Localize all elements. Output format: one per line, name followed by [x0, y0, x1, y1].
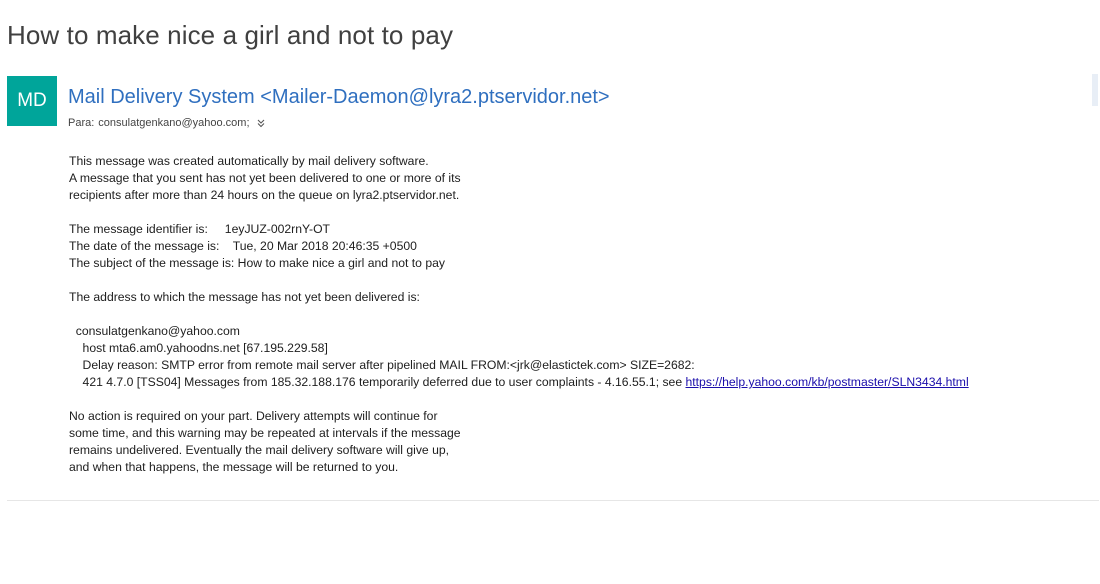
- email-reading-pane: How to make nice a girl and not to pay M…: [0, 0, 1100, 584]
- divider: [7, 500, 1099, 501]
- body-line: recipients after more than 24 hours on t…: [69, 188, 460, 202]
- body-line: remains undelivered. Eventually the mail…: [69, 443, 450, 457]
- recipient-row: Para: consulatgenkano@yahoo.com;: [68, 117, 266, 129]
- to-label: Para:: [68, 117, 95, 129]
- body-line: Delay reason: SMTP error from remote mai…: [69, 358, 695, 372]
- body-line: The date of the message is: Tue, 20 Mar …: [69, 239, 417, 253]
- email-body: This message was created automatically b…: [69, 153, 969, 476]
- body-line-with-link: 421 4.7.0 [TSS04] Messages from 185.32.1…: [69, 374, 969, 391]
- sender-name[interactable]: Mail Delivery System <Mailer-Daemon@lyra…: [68, 86, 610, 109]
- email-subject: How to make nice a girl and not to pay: [7, 20, 454, 50]
- scrollbar-thumb[interactable]: [1092, 74, 1098, 106]
- to-address[interactable]: consulatgenkano@yahoo.com;: [98, 117, 249, 129]
- body-line: host mta6.am0.yahoodns.net [67.195.229.5…: [69, 341, 328, 355]
- body-line: and when that happens, the message will …: [69, 460, 399, 474]
- body-line: The subject of the message is: How to ma…: [69, 256, 445, 270]
- body-line: consulatgenkano@yahoo.com: [69, 324, 240, 338]
- sender-avatar[interactable]: MD: [7, 76, 57, 126]
- body-line: A message that you sent has not yet been…: [69, 171, 461, 185]
- body-line: The message identifier is: 1eyJUZ-002rnY…: [69, 222, 331, 236]
- body-line: This message was created automatically b…: [69, 154, 429, 168]
- body-line: some time, and this warning may be repea…: [69, 426, 461, 440]
- body-line: The address to which the message has not…: [69, 290, 420, 304]
- error-text: 421 4.7.0 [TSS04] Messages from 185.32.1…: [69, 375, 686, 389]
- postmaster-help-link[interactable]: https://help.yahoo.com/kb/postmaster/SLN…: [686, 375, 969, 389]
- chevron-double-down-icon[interactable]: [256, 118, 266, 128]
- body-line: No action is required on your part. Deli…: [69, 409, 438, 423]
